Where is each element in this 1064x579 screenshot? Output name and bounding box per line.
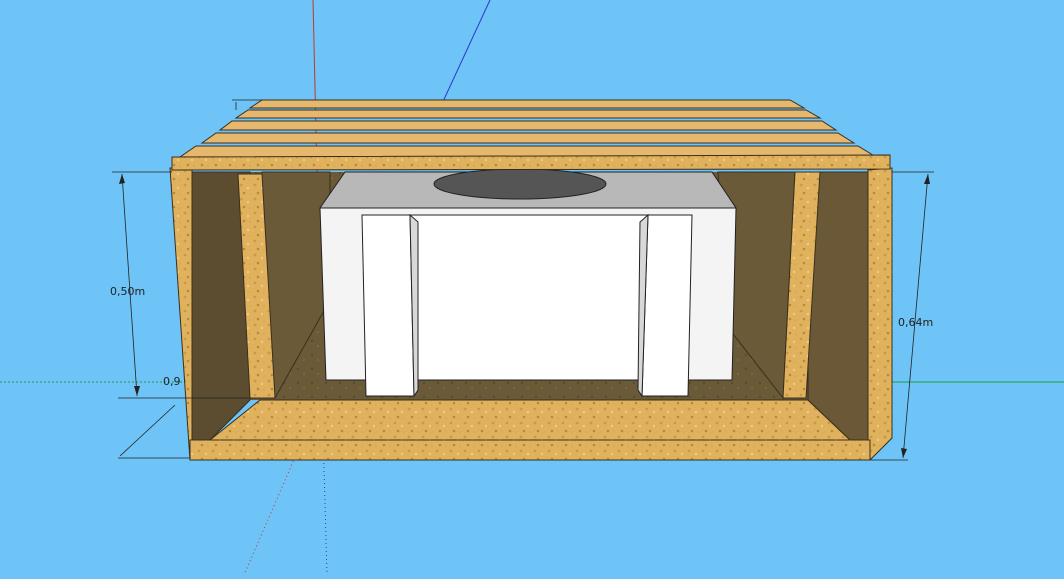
dimension-depth-label: 0,9: [163, 375, 181, 388]
foam-center-front: [409, 214, 649, 381]
lid-slat-3: [218, 120, 838, 131]
lid-front-edge: [171, 154, 891, 171]
lid-slats[interactable]: [171, 99, 891, 171]
bottom-front-edge: [189, 439, 871, 461]
dimension-right-label: 0,64m: [898, 316, 933, 329]
scene-canvas: 0,50m 0,9 0,64m: [0, 0, 1064, 576]
foam-hole: [433, 168, 607, 200]
foam-insert[interactable]: [319, 168, 737, 398]
lid-slat-4: [200, 132, 856, 144]
dimension-depth[interactable]: 0,9: [118, 375, 190, 459]
lid-slat-1: [248, 99, 806, 109]
foam-left-leg: [361, 214, 415, 397]
lid-slat-2: [234, 109, 822, 119]
blue-axis: [439, 0, 491, 109]
dimension-left-label: 0,50m: [110, 285, 145, 298]
modeling-viewport[interactable]: 0,50m 0,9 0,64m: [0, 0, 1064, 576]
foam-right-leg: [641, 214, 693, 397]
box-floor: [208, 399, 852, 441]
